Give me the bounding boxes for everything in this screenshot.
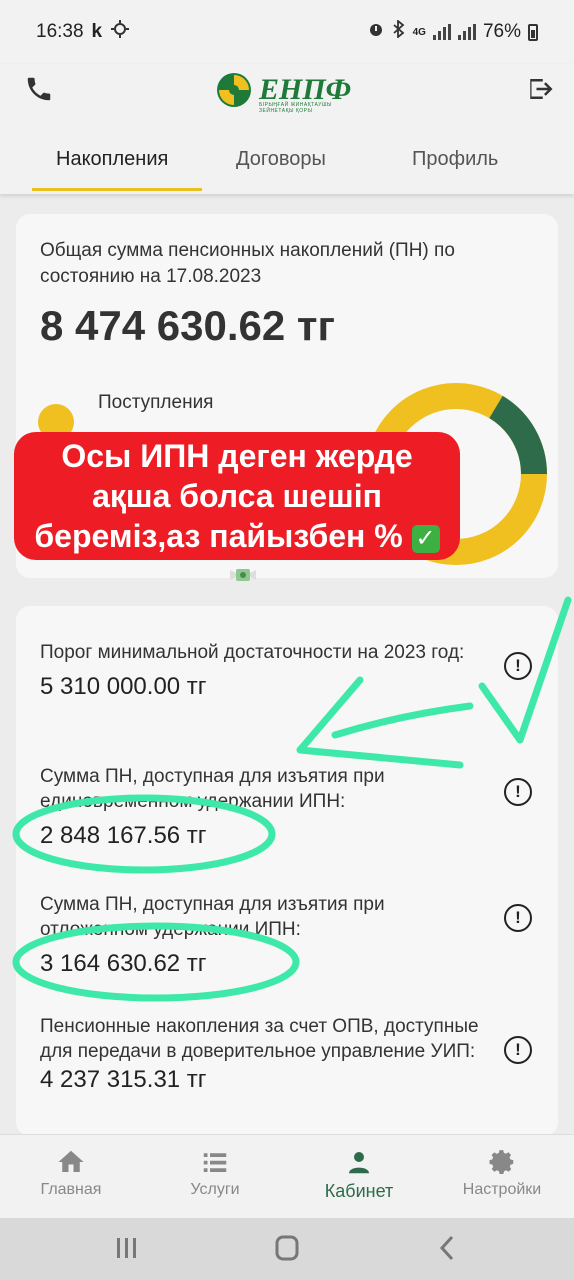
info-icon[interactable]: ! [504,778,532,806]
detail-row-lump-sum: Сумма ПН, доступная для изъятия при един… [40,764,480,850]
tab-savings[interactable]: Накопления [56,148,168,171]
nav-cabinet-label: Кабинет [324,1181,394,1201]
active-tab-indicator [32,188,202,191]
home-system-button[interactable] [275,1235,299,1261]
phone-button[interactable] [24,74,54,104]
detail-row-threshold: Порог минимальной достаточности на 2023 … [40,640,480,701]
recent-apps-button[interactable] [117,1238,136,1258]
detail-row-opv: Пенсионные накопления за счет ОПВ, досту… [40,1014,480,1094]
banner-line-2: ақша болса шешіп [92,478,382,514]
phone-icon [27,77,51,101]
battery-percent: 76% [482,21,521,42]
list-icon [203,1153,227,1172]
donut-segment-green [488,395,547,475]
bluetooth-icon [392,19,406,44]
signal-icon-2 [457,24,476,40]
app-header: ЕНПФ БІРЫҢҒАЙ ЖИНАҚТАУШЫ ЗЕЙНЕТАҚЫ ҚОРЫ … [0,64,574,194]
tab-bar: Накопления Договоры Профиль [0,138,574,194]
info-icon[interactable]: ! [504,1036,532,1064]
logout-button[interactable] [524,74,554,104]
withdrawal-details-card: Порог минимальной достаточности на 2023 … [16,606,558,1136]
inflow-label: Поступления [98,392,214,413]
detail-row-deferred: Сумма ПН, доступная для изъятия при отло… [40,892,480,978]
alarm-icon [367,20,385,44]
detail-label: Порог минимальной достаточности на 2023 … [40,642,465,663]
detail-value: 4 237 315.31 тг [40,1066,207,1093]
nav-cabinet[interactable]: Кабинет [294,1147,424,1202]
person-icon [349,1152,369,1174]
tab-contracts[interactable]: Договоры [236,148,326,171]
signal-icon [432,24,451,40]
detail-value: 2 848 167.56 тг [40,822,207,849]
back-button[interactable] [439,1235,454,1261]
nav-services-label: Услуги [190,1181,240,1198]
promo-banner: Осы ИПН деген жерде ақша болса шешіп бер… [14,432,460,560]
logo-subtitle: БІРЫҢҒАЙ ЖИНАҚТАУШЫ ЗЕЙНЕТАҚЫ ҚОРЫ [259,102,332,114]
battery-icon [528,23,538,41]
settings-notification-icon [110,19,130,45]
logout-icon [530,79,553,99]
summary-amount: 8 474 630.62 тг [40,302,335,349]
nav-services[interactable]: Услуги [150,1147,280,1199]
detail-value: 5 310 000.00 тг [40,673,207,700]
summary-label: Общая сумма пенсионных накоплений (ПН) п… [40,240,455,287]
detail-value: 3 164 630.62 тг [40,950,207,977]
nav-home-label: Главная [40,1181,102,1198]
app-notification-k: k [91,21,103,42]
tab-profile[interactable]: Профиль [412,148,498,171]
banner-line-3: береміз,аз пайызбен % [34,518,412,554]
status-bar: 16:38 k 4G 76% [0,0,574,64]
system-navigation-bar [0,1218,574,1280]
detail-label: Сумма ПН, доступная для изъятия при един… [40,766,385,812]
nav-settings-label: Настройки [462,1181,542,1198]
money-wings-icon [228,560,258,590]
banner-line-1: Осы ИПН деген жерде [61,438,413,474]
network-type-label: 4G [412,26,426,38]
gear-icon [489,1150,514,1174]
logo-emblem-icon [217,73,251,107]
detail-label: Пенсионные накопления за счет ОПВ, досту… [40,1016,479,1062]
nav-home[interactable]: Главная [6,1147,136,1199]
nav-settings[interactable]: Настройки [437,1147,567,1199]
status-time: 16:38 [36,21,84,42]
logo-text: ЕНПФ [259,73,352,106]
detail-label: Сумма ПН, доступная для изъятия при отло… [40,894,385,940]
info-icon[interactable]: ! [504,652,532,680]
info-icon[interactable]: ! [504,904,532,932]
enpf-logo: ЕНПФ БІРЫҢҒАЙ ЖИНАҚТАУШЫ ЗЕЙНЕТАҚЫ ҚОРЫ [215,64,365,116]
home-icon [58,1150,84,1172]
check-mark-icon: ✓ [411,524,440,553]
bottom-navigation: Главная Услуги Кабинет Настройки [0,1134,574,1218]
